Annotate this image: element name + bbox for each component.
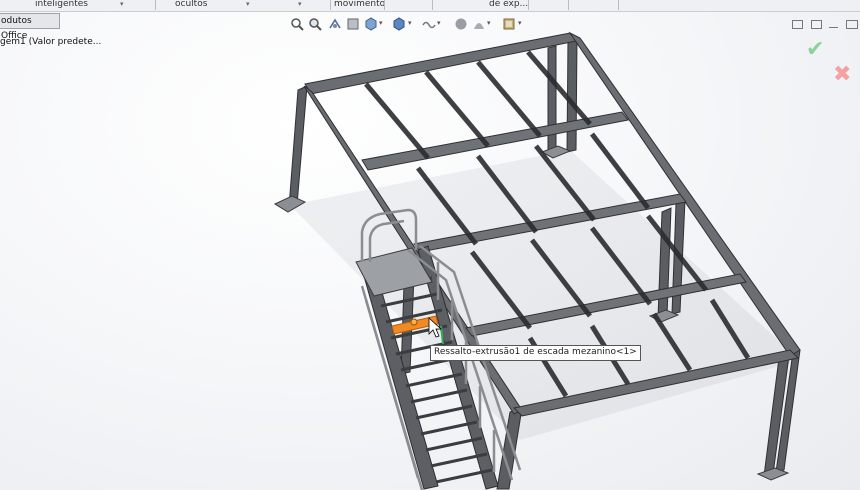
graphics-area-model[interactable] — [0, 0, 860, 490]
floor-shadow — [290, 150, 800, 440]
feature-tooltip: Ressalto-extrusão1 de escada mezanino<1> — [430, 345, 641, 361]
